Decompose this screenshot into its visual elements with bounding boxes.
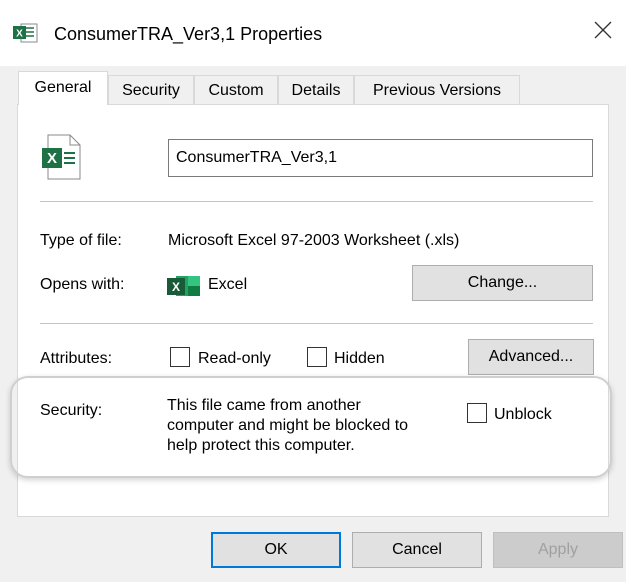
cancel-button[interactable]: Cancel [352, 532, 482, 568]
security-message: This file came from another computer and… [167, 396, 467, 456]
security-message-line: computer and might be blocked to [167, 417, 409, 434]
svg-text:X: X [16, 29, 23, 40]
excel-app-icon: X [166, 273, 202, 304]
tab-general[interactable]: General [18, 71, 108, 105]
svg-text:X: X [172, 280, 180, 294]
close-button[interactable] [580, 10, 626, 54]
hidden-label[interactable]: Hidden [334, 349, 385, 369]
file-name-input[interactable] [168, 139, 593, 177]
excel-file-icon: X [40, 133, 82, 186]
security-label: Security: [40, 402, 103, 419]
window-title: ConsumerTRA_Ver3,1 Properties [54, 24, 323, 44]
close-icon [594, 21, 612, 44]
opens-with-label: Opens with: [40, 276, 125, 293]
excel-file-icon: X [12, 22, 38, 49]
svg-text:X: X [47, 150, 57, 167]
type-of-file-value: Microsoft Excel 97-2003 Worksheet (.xls) [168, 232, 460, 249]
separator [40, 201, 593, 202]
unblock-checkbox[interactable] [467, 403, 487, 423]
title-bar: X ConsumerTRA_Ver3,1 Properties [0, 0, 626, 66]
separator [40, 323, 593, 324]
type-of-file-label: Type of file: [40, 232, 122, 249]
tab-previous-versions[interactable]: Previous Versions [354, 75, 520, 104]
tab-security[interactable]: Security [108, 75, 194, 104]
unblock-label[interactable]: Unblock [494, 405, 552, 425]
ok-button[interactable]: OK [211, 532, 341, 568]
tab-custom[interactable]: Custom [194, 75, 278, 104]
hidden-checkbox[interactable] [307, 347, 327, 367]
dialog-body: General Security Custom Details Previous… [0, 66, 626, 582]
security-message-line: This file came from another [167, 397, 361, 414]
advanced-button[interactable]: Advanced... [468, 339, 594, 375]
apply-button[interactable]: Apply [493, 532, 623, 568]
opens-with-app: Excel [208, 276, 248, 293]
tab-details[interactable]: Details [278, 75, 354, 104]
security-message-line: help protect this computer. [167, 437, 355, 454]
attributes-label: Attributes: [40, 350, 113, 367]
change-button[interactable]: Change... [412, 265, 593, 301]
read-only-checkbox[interactable] [170, 347, 190, 367]
read-only-label[interactable]: Read-only [198, 349, 271, 369]
